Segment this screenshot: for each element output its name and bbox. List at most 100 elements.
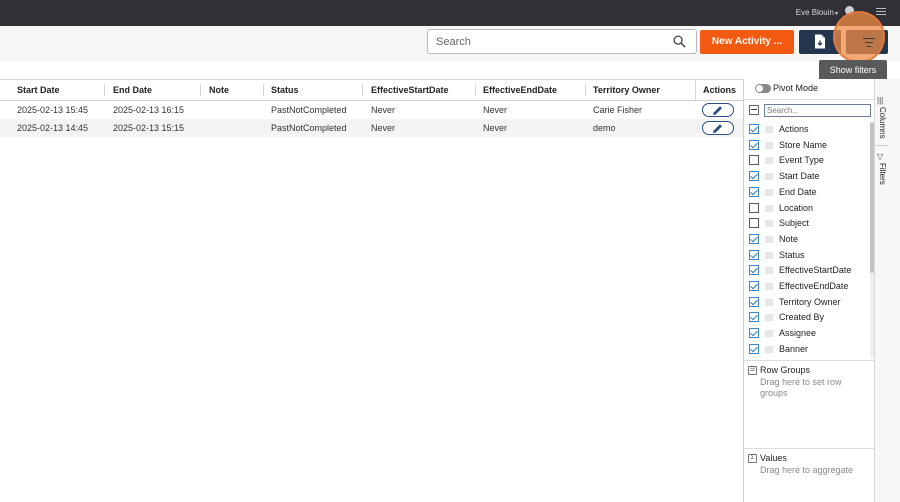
- edit-button[interactable]: [702, 103, 734, 117]
- drag-handle-icon[interactable]: [765, 220, 773, 228]
- values-section: Σ Values Drag here to aggregate: [744, 448, 875, 502]
- column-checkbox[interactable]: [749, 124, 759, 134]
- drag-handle-icon[interactable]: [765, 126, 773, 133]
- column-list-item[interactable]: Subject: [744, 216, 871, 231]
- search-input[interactable]: [428, 30, 658, 53]
- column-label: Status: [779, 249, 805, 260]
- column-checkbox[interactable]: [749, 343, 759, 354]
- column-header-actions[interactable]: Actions: [703, 80, 736, 100]
- column-list-item[interactable]: End Date: [744, 185, 871, 200]
- column-checkbox[interactable]: [749, 328, 759, 339]
- column-label: Subject: [779, 218, 810, 229]
- row-groups-drop-zone[interactable]: Drag here to set row groups: [760, 377, 868, 399]
- drag-handle-icon[interactable]: [765, 283, 773, 290]
- drag-handle-icon[interactable]: [765, 345, 773, 353]
- pivot-mode-toggle[interactable]: [755, 84, 771, 93]
- cell-end-date: 2025-02-13 15:15: [113, 123, 185, 133]
- column-label: EffectiveStartDate: [779, 265, 852, 276]
- column-label: Created By: [779, 312, 825, 323]
- new-activity-button[interactable]: New Activity ...: [700, 30, 794, 54]
- column-label: Assignee: [779, 328, 817, 339]
- columns-icon: |||: [877, 96, 884, 105]
- column-header-note[interactable]: Note: [209, 80, 229, 100]
- column-search-input[interactable]: [764, 104, 871, 117]
- column-label: Start Date: [779, 171, 820, 182]
- column-checkbox[interactable]: [749, 155, 759, 166]
- column-list-item[interactable]: Banner: [744, 342, 871, 357]
- tab-columns[interactable]: ||| Columns: [875, 94, 889, 146]
- column-header-territory-owner[interactable]: Territory Owner: [593, 80, 660, 100]
- cell-effective-start-date: Never: [371, 105, 396, 115]
- cell-status: PastNotCompleted: [271, 123, 347, 133]
- column-checkbox[interactable]: [749, 233, 759, 244]
- user-name[interactable]: Eve Blouin: [796, 8, 834, 17]
- row-groups-section: ☰ Row Groups Drag here to set row groups: [744, 360, 875, 448]
- user-menu[interactable]: Eve Blouin▾: [796, 8, 838, 17]
- column-checkbox[interactable]: [749, 265, 759, 276]
- pencil-icon: [713, 124, 722, 133]
- drag-handle-icon[interactable]: [765, 173, 773, 181]
- edit-button[interactable]: [702, 121, 734, 135]
- column-checkbox[interactable]: [749, 202, 759, 213]
- column-checkbox[interactable]: [749, 249, 759, 260]
- column-list-item[interactable]: EffectiveEndDate: [744, 279, 871, 294]
- drag-handle-icon[interactable]: [765, 251, 773, 259]
- row-groups-title: Row Groups: [760, 365, 811, 375]
- column-checkbox[interactable]: [749, 171, 759, 182]
- hamburger-menu-icon[interactable]: [876, 8, 886, 17]
- select-all-checkbox[interactable]: [749, 105, 759, 115]
- column-list-item[interactable]: EffectiveStartDate: [744, 263, 871, 278]
- drag-handle-icon[interactable]: [765, 314, 773, 322]
- column-header-effective-end-date[interactable]: EffectiveEndDate: [483, 80, 557, 100]
- column-header-status[interactable]: Status: [271, 80, 299, 100]
- table-row[interactable]: 2025-02-13 14:45 2025-02-13 15:15 PastNo…: [0, 119, 743, 137]
- column-list-item[interactable]: Assignee: [744, 326, 871, 341]
- cell-start-date: 2025-02-13 15:45: [17, 105, 89, 115]
- column-label: Note: [779, 233, 799, 244]
- column-checkbox[interactable]: [749, 296, 759, 307]
- column-checkbox[interactable]: [749, 186, 759, 197]
- column-list-item[interactable]: Store Name: [744, 138, 871, 153]
- table-row[interactable]: 2025-02-13 15:45 2025-02-13 16:15 PastNo…: [0, 101, 743, 119]
- top-bar: Eve Blouin▾: [0, 0, 900, 26]
- column-checkbox[interactable]: [749, 281, 759, 291]
- search-icon[interactable]: [673, 35, 686, 48]
- side-bar-tabs: ||| Columns ▽ Filters: [874, 79, 900, 502]
- tab-filters[interactable]: ▽ Filters: [875, 151, 889, 195]
- drag-handle-icon[interactable]: [765, 235, 773, 243]
- column-list-item[interactable]: Note: [744, 232, 871, 247]
- column-list-item[interactable]: Created By: [744, 310, 871, 325]
- column-checkbox[interactable]: [749, 218, 759, 229]
- column-list-item[interactable]: Location: [744, 201, 871, 216]
- column-list-item[interactable]: Status: [744, 248, 871, 263]
- cell-effective-end-date: Never: [483, 105, 508, 115]
- values-drop-zone[interactable]: Drag here to aggregate: [760, 465, 868, 476]
- funnel-icon: ▽: [877, 152, 884, 161]
- column-list-item[interactable]: Territory Owner: [744, 295, 871, 310]
- column-list-item[interactable]: Start Date: [744, 169, 871, 184]
- filter-lines-icon[interactable]: [862, 38, 875, 50]
- activity-grid: Start Date End Date Note Status Effectiv…: [0, 79, 743, 502]
- cell-start-date: 2025-02-13 14:45: [17, 123, 89, 133]
- tab-filters-label: Filters: [878, 163, 887, 185]
- column-list-item[interactable]: Actions: [744, 122, 871, 137]
- tab-columns-label: Columns: [878, 107, 887, 139]
- column-header-end-date[interactable]: End Date: [113, 80, 152, 100]
- column-label: Location: [779, 202, 814, 213]
- drag-handle-icon[interactable]: [765, 141, 773, 149]
- drag-handle-icon[interactable]: [765, 204, 773, 212]
- drag-handle-icon[interactable]: [765, 330, 773, 338]
- column-header-start-date[interactable]: Start Date: [17, 80, 60, 100]
- drag-handle-icon[interactable]: [765, 188, 773, 196]
- column-label: EffectiveEndDate: [779, 281, 849, 291]
- column-header-effective-start-date[interactable]: EffectiveStartDate: [371, 80, 449, 100]
- file-export-icon: [815, 34, 825, 49]
- column-checkbox[interactable]: [749, 139, 759, 150]
- values-title: Values: [760, 453, 787, 463]
- row-groups-icon: ☰: [748, 366, 757, 375]
- column-checkbox[interactable]: [749, 312, 759, 323]
- drag-handle-icon[interactable]: [765, 298, 773, 306]
- drag-handle-icon[interactable]: [765, 267, 773, 275]
- drag-handle-icon[interactable]: [765, 157, 773, 165]
- column-list-item[interactable]: Event Type: [744, 153, 871, 168]
